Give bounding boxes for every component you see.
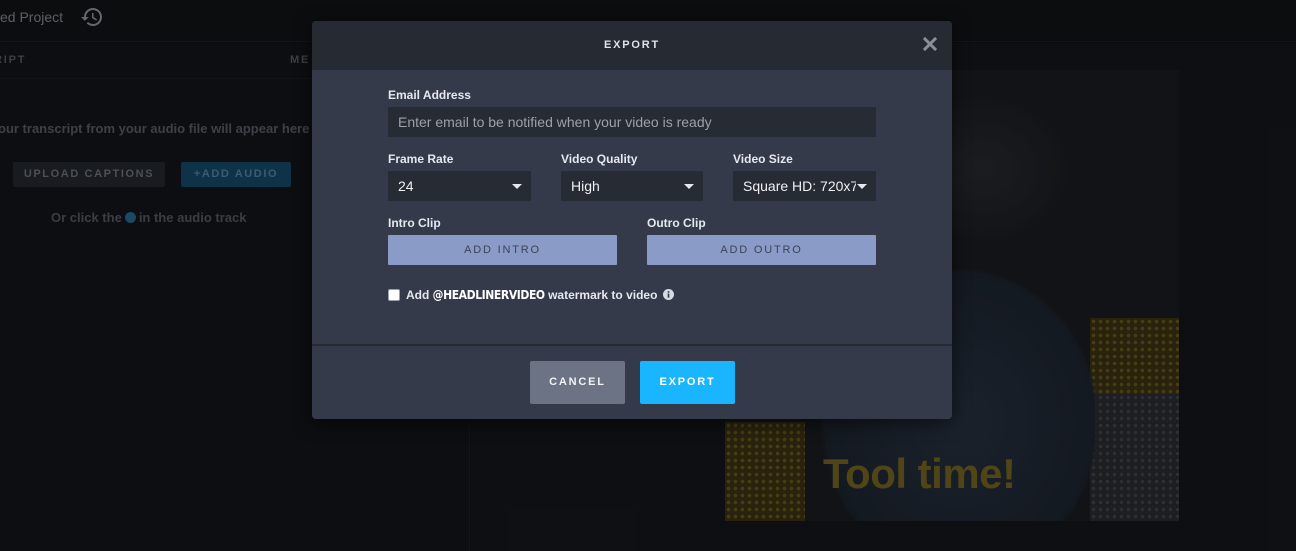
video-size-value: Square HD: 720x720 — [743, 178, 856, 194]
video-size-select[interactable]: Square HD: 720x720 — [733, 171, 876, 201]
intro-clip-label: Intro Clip — [388, 216, 441, 230]
watermark-checkbox[interactable] — [388, 289, 400, 301]
watermark-suffix: watermark to video — [548, 288, 658, 302]
chevron-down-icon — [684, 184, 694, 189]
email-label: Email Address — [388, 88, 471, 102]
cancel-button[interactable]: CANCEL — [530, 361, 625, 404]
video-size-label: Video Size — [733, 152, 793, 166]
info-icon[interactable] — [662, 289, 674, 300]
video-quality-label: Video Quality — [561, 152, 638, 166]
watermark-prefix: Add — [406, 288, 430, 302]
headliner-brand: @HEADLINERVIDEO — [432, 288, 545, 302]
frame-rate-select[interactable]: 24 — [388, 171, 531, 201]
outro-clip-label: Outro Clip — [647, 216, 706, 230]
video-quality-select[interactable]: High — [561, 171, 703, 201]
chevron-down-icon — [857, 184, 867, 189]
export-modal: EXPORT Email Address Frame Rate 24 Video… — [312, 21, 952, 419]
export-button[interactable]: EXPORT — [640, 361, 735, 404]
frame-rate-value: 24 — [398, 178, 414, 194]
chevron-down-icon — [512, 184, 522, 189]
modal-header: EXPORT — [312, 21, 952, 70]
watermark-option[interactable]: Add @HEADLINERVIDEO watermark to video — [388, 288, 674, 304]
close-icon[interactable] — [923, 37, 937, 51]
add-outro-button[interactable]: ADD OUTRO — [647, 235, 876, 265]
add-intro-button[interactable]: ADD INTRO — [388, 235, 617, 265]
frame-rate-label: Frame Rate — [388, 152, 454, 166]
modal-title: EXPORT — [603, 39, 661, 51]
modal-divider — [312, 344, 952, 346]
email-input[interactable] — [388, 107, 876, 137]
video-quality-value: High — [571, 178, 600, 194]
